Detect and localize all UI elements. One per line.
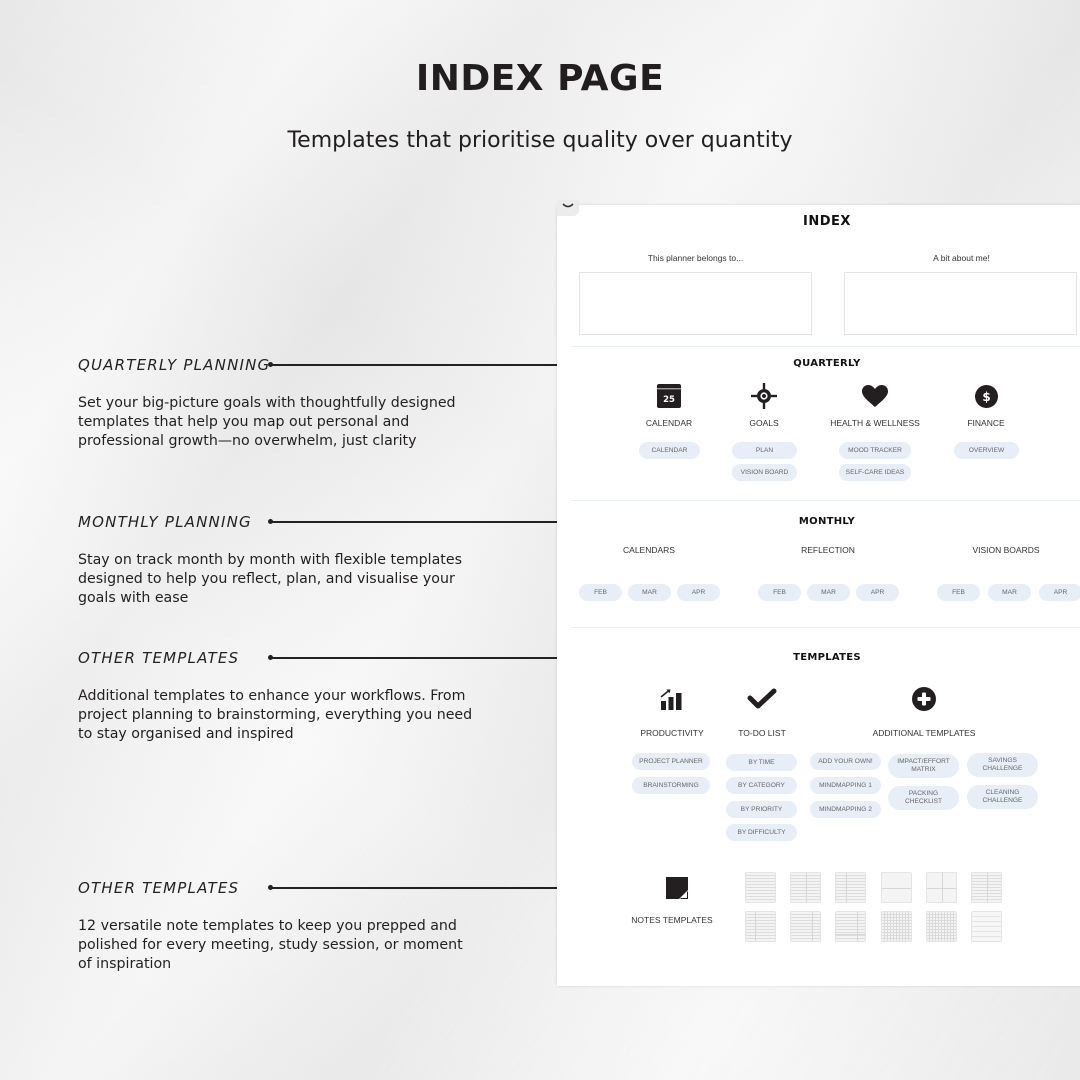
divider bbox=[571, 500, 1080, 501]
note-template-thumbnail[interactable] bbox=[971, 872, 1002, 903]
note-icon bbox=[665, 876, 688, 899]
category-label: HEALTH & WELLNESS bbox=[830, 418, 920, 428]
link-vision-boards-mar[interactable]: MAR bbox=[988, 584, 1031, 601]
category-label: TO-DO LIST bbox=[738, 728, 786, 738]
svg-text:25: 25 bbox=[663, 395, 675, 405]
note-template-thumbnail[interactable] bbox=[790, 872, 821, 903]
link-reflection-apr[interactable]: APR bbox=[856, 584, 899, 601]
category-label: FINANCE bbox=[967, 418, 1005, 428]
link-mindmapping-2[interactable]: MINDMAPPING 2 bbox=[810, 801, 881, 818]
category-label: VISION BOARDS bbox=[972, 545, 1040, 555]
link-mood-tracker[interactable]: MOOD TRACKER bbox=[839, 442, 911, 459]
svg-text:$: $ bbox=[982, 390, 990, 404]
category-label: NOTES TEMPLATES bbox=[631, 915, 713, 925]
category-label: GOALS bbox=[749, 418, 779, 428]
note-template-thumbnail[interactable] bbox=[971, 911, 1002, 942]
link-savings-challenge[interactable]: SAVINGS CHALLENGE bbox=[967, 753, 1038, 777]
link-by-priority[interactable]: BY PRIORITY bbox=[726, 801, 797, 818]
section-title-monthly: MONTHLY bbox=[798, 516, 856, 527]
section-title-quarterly: QUARTERLY bbox=[793, 358, 861, 369]
feature-description: Set your big-picture goals with thoughtf… bbox=[78, 395, 456, 449]
chevron-down-icon bbox=[562, 203, 574, 208]
feature-quarterly: QUARTERLY PLANNING Set your big-picture … bbox=[78, 356, 478, 451]
category-label: ADDITIONAL TEMPLATES bbox=[872, 728, 976, 738]
note-template-thumbnail[interactable] bbox=[790, 911, 821, 942]
link-cleaning-challenge[interactable]: CLEANING CHALLENGE bbox=[967, 785, 1038, 809]
feature-description: Stay on track month by month with flexib… bbox=[78, 552, 462, 606]
link-by-category[interactable]: BY CATEGORY bbox=[726, 777, 797, 794]
divider bbox=[571, 627, 1080, 628]
note-template-thumbnail[interactable] bbox=[881, 872, 912, 903]
feature-notes-templates: OTHER TEMPLATES 12 versatile note templa… bbox=[78, 879, 478, 974]
link-reflection-mar[interactable]: MAR bbox=[807, 584, 850, 601]
link-calendars-feb[interactable]: FEB bbox=[579, 584, 622, 601]
link-vision-boards-feb[interactable]: FEB bbox=[937, 584, 980, 601]
link-project-planner[interactable]: PROJECT PLANNER bbox=[632, 753, 710, 770]
link-impact-effort-matrix[interactable]: IMPACT/EFFORT MATRIX bbox=[888, 754, 959, 778]
planner-title: INDEX bbox=[803, 214, 851, 229]
plus-circle-icon bbox=[911, 686, 936, 711]
section-title-templates: TEMPLATES bbox=[793, 652, 861, 663]
link-calendars-apr[interactable]: APR bbox=[677, 584, 720, 601]
checkmark-icon bbox=[747, 688, 777, 710]
feature-monthly: MONTHLY PLANNING Stay on track month by … bbox=[78, 513, 478, 608]
link-calendars-mar[interactable]: MAR bbox=[628, 584, 671, 601]
calendar-icon: 25 bbox=[656, 384, 682, 408]
category-label: CALENDAR bbox=[645, 418, 693, 428]
dollar-icon: $ bbox=[974, 384, 998, 408]
feature-other-templates: OTHER TEMPLATES Additional templates to … bbox=[78, 649, 478, 744]
link-overview[interactable]: OVERVIEW bbox=[954, 442, 1019, 459]
note-template-thumbnail[interactable] bbox=[926, 911, 957, 942]
link-mindmapping-1[interactable]: MINDMAPPING 1 bbox=[810, 777, 881, 794]
divider bbox=[571, 346, 1080, 347]
link-add-your-own[interactable]: ADD YOUR OWN! bbox=[810, 753, 881, 770]
link-vision-board[interactable]: VISION BOARD bbox=[732, 464, 797, 481]
owner-name-field[interactable] bbox=[579, 272, 812, 335]
category-label: PRODUCTIVITY bbox=[640, 728, 704, 738]
note-template-thumbnail[interactable] bbox=[745, 911, 776, 942]
feature-description: Additional templates to enhance your wor… bbox=[78, 688, 473, 742]
link-self-care-ideas[interactable]: SELF-CARE IDEAS bbox=[839, 464, 911, 481]
link-reflection-feb[interactable]: FEB bbox=[758, 584, 801, 601]
link-brainstorming[interactable]: BRAINSTORMING bbox=[632, 777, 710, 794]
link-vision-boards-apr[interactable]: APR bbox=[1039, 584, 1080, 601]
about-me-field[interactable] bbox=[844, 272, 1077, 335]
note-template-thumbnail[interactable] bbox=[745, 872, 776, 903]
link-plan[interactable]: PLAN bbox=[732, 442, 797, 459]
page-subtitle: Templates that prioritise quality over q… bbox=[287, 128, 793, 153]
note-template-thumbnail[interactable] bbox=[881, 911, 912, 942]
note-template-thumbnail[interactable] bbox=[926, 872, 957, 903]
link-calendar[interactable]: CALENDAR bbox=[639, 442, 700, 459]
target-icon bbox=[751, 383, 777, 409]
about-label: A bit about me! bbox=[933, 253, 990, 263]
heart-icon bbox=[862, 384, 888, 408]
page-heading: INDEX PAGE bbox=[415, 58, 665, 99]
note-template-thumbnail[interactable] bbox=[835, 872, 866, 903]
belongs-label: This planner belongs to... bbox=[647, 253, 744, 263]
category-label: REFLECTION bbox=[801, 545, 855, 555]
note-template-thumbnail[interactable] bbox=[835, 911, 866, 942]
category-label: CALENDARS bbox=[623, 545, 675, 555]
feature-description: 12 versatile note templates to keep you … bbox=[78, 918, 463, 972]
bar-chart-icon bbox=[659, 686, 685, 710]
link-by-difficulty[interactable]: BY DIFFICULTY bbox=[726, 824, 797, 841]
link-by-time[interactable]: BY TIME bbox=[726, 754, 797, 771]
link-packing-checklist[interactable]: PACKING CHECKLIST bbox=[888, 786, 959, 810]
